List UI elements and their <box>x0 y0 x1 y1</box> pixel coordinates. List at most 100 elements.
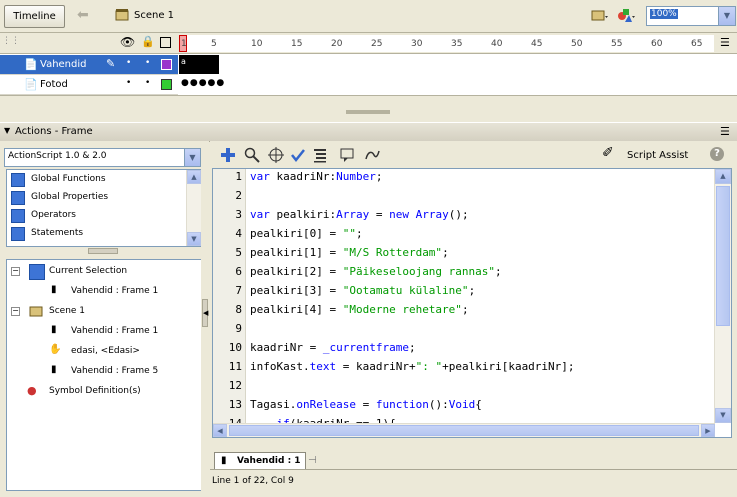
panel-title: Actions - Frame <box>15 126 93 137</box>
chevron-down-icon[interactable]: ▼ <box>718 7 735 25</box>
find-icon[interactable] <box>244 147 260 163</box>
layer-color-swatch[interactable] <box>161 59 172 70</box>
visibility-dot[interactable]: • <box>126 58 131 68</box>
tree-item-scene-frame5[interactable]: ▮ Vahendid : Frame 5 <box>7 362 199 382</box>
lock-dot[interactable]: • <box>145 58 150 68</box>
panel-menu-icon[interactable]: ☰ <box>720 125 730 138</box>
ruler-number: 60 <box>651 39 663 49</box>
actions-panel-header[interactable]: ▼ Actions - Frame ☰ <box>0 122 737 142</box>
scroll-down-icon[interactable]: ▼ <box>187 232 201 246</box>
code-text: Tagasi.onRelease = function():Void{ <box>250 398 482 411</box>
eye-icon[interactable]: 👁 <box>120 35 135 49</box>
code-line[interactable]: 10 kaadriNr = _currentframe; <box>213 341 713 360</box>
timeline-header: ⋮⋮ 👁 🔒 1 5 10 15 20 25 30 35 40 45 50 55… <box>0 33 737 54</box>
collapse-arrow-icon[interactable]: ▼ <box>4 126 10 135</box>
timeline-panel: ⋮⋮ 👁 🔒 1 5 10 15 20 25 30 35 40 45 50 55… <box>0 33 737 116</box>
pin-script-icon[interactable]: ⊣ <box>308 455 317 466</box>
code-hint-icon[interactable] <box>340 147 356 163</box>
collapse-box-icon[interactable]: − <box>11 307 20 316</box>
code-line[interactable]: 12 <box>213 379 713 398</box>
tree-label: Current Selection <box>49 266 128 276</box>
frame-row-vahendid[interactable]: a a <box>179 55 714 74</box>
editor-vertical-scrollbar[interactable]: ▲ ▼ <box>714 169 731 423</box>
timeline-menu-icon[interactable]: ☰ <box>720 36 730 49</box>
line-number: 7 <box>235 284 242 297</box>
code-text: var pealkiri:Array = new Array(); <box>250 208 469 221</box>
scroll-up-icon[interactable]: ▲ <box>187 170 201 184</box>
collapse-box-icon[interactable]: − <box>11 267 20 276</box>
zoom-select[interactable]: 100% ▼ <box>646 6 736 26</box>
editor-horizontal-scrollbar[interactable]: ◀ ▶ <box>213 423 715 437</box>
tree-label: Vahendid : Frame 1 <box>71 326 159 336</box>
auto-format-icon[interactable] <box>312 147 328 163</box>
frame-row-fotod[interactable]: ●●●●● <box>179 75 714 94</box>
target-path-icon[interactable] <box>268 147 284 163</box>
scroll-up-icon[interactable]: ▲ <box>715 169 731 184</box>
visibility-dot[interactable]: • <box>126 78 131 88</box>
tree-item-scene-frame1[interactable]: ▮ Vahendid : Frame 1 <box>7 322 199 342</box>
scene-icon <box>115 9 129 21</box>
line-number: 4 <box>235 227 242 240</box>
scroll-down-icon[interactable]: ▼ <box>715 408 731 423</box>
tree-item-symbol-definitions[interactable]: ● Symbol Definition(s) <box>7 382 199 402</box>
toolbox-item[interactable]: Operators <box>7 207 185 225</box>
tree-label: Symbol Definition(s) <box>49 386 141 396</box>
splitter-handle[interactable] <box>346 110 390 114</box>
code-line[interactable]: 2 <box>213 189 713 208</box>
ruler-number: 5 <box>211 39 217 49</box>
code-line[interactable]: 8 pealkiri[4] = "Moderne rehetare"; <box>213 303 713 322</box>
code-line[interactable]: 11 infoKast.text = kaadriNr+": "+pealkiri… <box>213 360 713 379</box>
code-line[interactable]: 1 var kaadriNr:Number; <box>213 170 713 189</box>
line-number: 11 <box>228 360 242 373</box>
toolbox-item[interactable]: Global Functions <box>7 171 185 189</box>
outline-icon[interactable] <box>160 37 171 48</box>
code-line[interactable]: 4 pealkiri[0] = ""; <box>213 227 713 246</box>
scroll-thumb[interactable] <box>229 425 699 436</box>
tree-item-scene[interactable]: − Scene 1 <box>7 302 199 322</box>
layer-row-fotod[interactable]: 📄 Fotod • • <box>0 75 178 95</box>
frame-ruler[interactable]: 1 5 10 15 20 25 30 35 40 45 50 55 60 65 <box>179 35 714 52</box>
code-line[interactable]: 7 pealkiri[3] = "Ootamatu külaline"; <box>213 284 713 303</box>
toolbox-item[interactable]: Statements <box>7 225 185 243</box>
script-pane: ✐ Script Assist ? 1 var kaadriNr:Number; 2… <box>210 141 737 497</box>
pane-divider[interactable] <box>4 247 200 255</box>
scroll-right-icon[interactable]: ▶ <box>701 424 715 437</box>
layer-color-swatch[interactable] <box>161 79 172 90</box>
edit-symbol-icon[interactable] <box>616 7 636 25</box>
timeline-toggle-button[interactable]: Timeline <box>4 5 65 28</box>
edit-scene-icon[interactable] <box>590 7 610 25</box>
toolbox-item[interactable]: Global Properties <box>7 189 185 207</box>
code-text: pealkiri[2] = "Päikeseloojang rannas"; <box>250 265 502 278</box>
toolbox-scrollbar[interactable]: ▲ ▼ <box>186 170 201 246</box>
grip-icon[interactable]: ⋮⋮ <box>2 36 20 46</box>
tree-item-current-selection[interactable]: − Current Selection <box>7 262 199 282</box>
scroll-left-icon[interactable]: ◀ <box>213 424 227 437</box>
button-symbol-icon: ✋ <box>49 344 62 355</box>
chevron-down-icon[interactable]: ▼ <box>184 149 200 166</box>
code-line[interactable]: 3 var pealkiri:Array = new Array(); <box>213 208 713 227</box>
script-tab[interactable]: ▮ Vahendid : 1 <box>214 452 306 470</box>
pane-splitter[interactable]: ◀ <box>201 141 209 491</box>
lock-dot[interactable]: • <box>145 78 150 88</box>
tree-item-cs-frame[interactable]: ▮ Vahendid : Frame 1 <box>7 282 199 302</box>
code-line[interactable]: 6 pealkiri[2] = "Päikeseloojang rannas"; <box>213 265 713 284</box>
help-icon[interactable]: ? <box>710 147 724 161</box>
debug-options-icon[interactable] <box>364 147 380 163</box>
scroll-thumb[interactable] <box>716 186 730 326</box>
back-arrow-icon[interactable]: ⬅ <box>77 8 91 22</box>
check-syntax-icon[interactable] <box>290 147 306 163</box>
script-assist-icon[interactable]: ✐ <box>602 145 618 161</box>
lock-icon[interactable]: 🔒 <box>141 35 155 48</box>
arrow-icon <box>29 264 45 280</box>
code-line[interactable]: 13 Tagasi.onRelease = function():Void{ <box>213 398 713 417</box>
code-line[interactable]: 5 pealkiri[1] = "M/S Rotterdam"; <box>213 246 713 265</box>
code-editor[interactable]: 1 var kaadriNr:Number; 2 3 var pealkiri:Arra… <box>212 168 732 438</box>
layer-row-vahendid[interactable]: 📄 Vahendid ✎ • • <box>0 55 178 75</box>
code-line[interactable]: 9 <box>213 322 713 341</box>
toolbox-item-label: Global Properties <box>31 192 109 202</box>
ruler-number: 1 <box>181 39 187 49</box>
tree-item-edasi[interactable]: ✋ edasi, <Edasi> <box>7 342 199 362</box>
add-statement-icon[interactable] <box>220 147 236 163</box>
actionscript-version-select[interactable]: ActionScript 1.0 & 2.0 ▼ <box>4 148 201 167</box>
script-assist-button[interactable]: Script Assist <box>627 150 688 161</box>
